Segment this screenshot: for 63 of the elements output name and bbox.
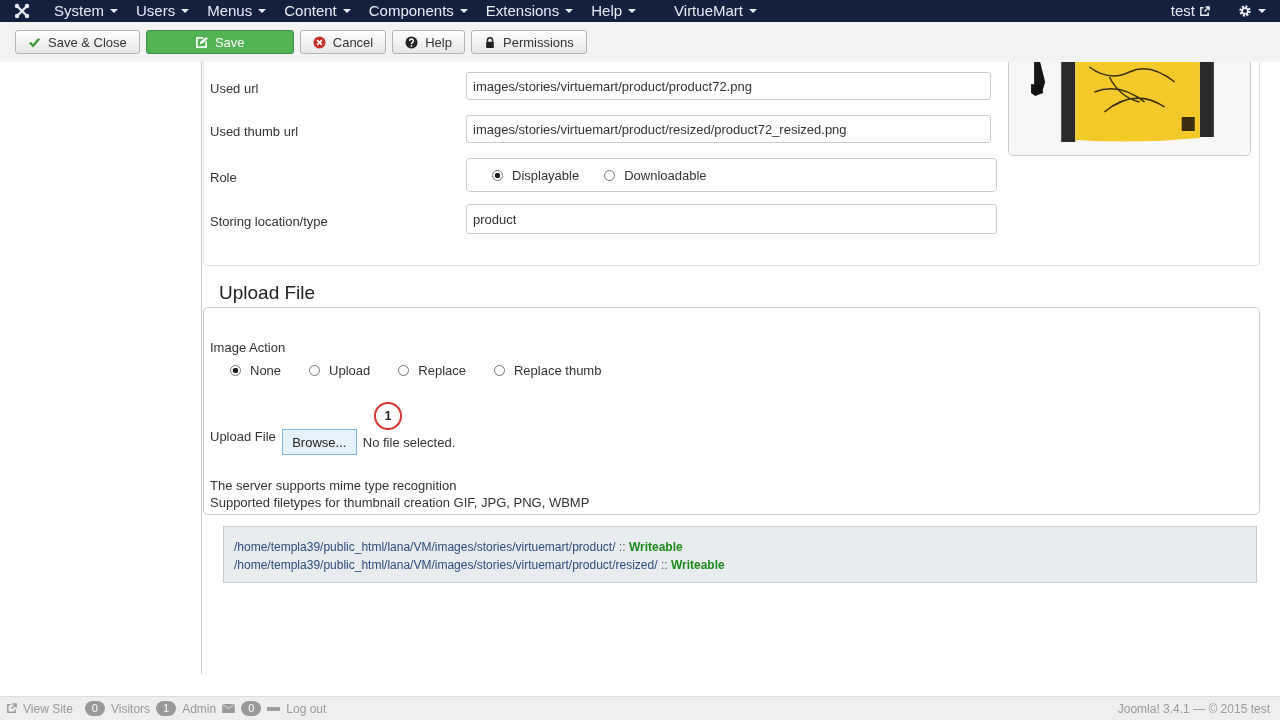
menu-item[interactable]: Users: [136, 0, 190, 22]
radio-button[interactable]: [492, 169, 503, 181]
path-text: /home/templa39/public_html/lana/VM/images/stories/virtuemart/product/: [234, 540, 616, 554]
radio-option[interactable]: Displayable: [492, 167, 580, 183]
radio-option[interactable]: Upload: [309, 363, 371, 378]
toolbar-button[interactable]: Cancel: [299, 30, 387, 54]
radio-option[interactable]: Replace thumb: [494, 363, 602, 378]
toolbar-button[interactable]: Permissions: [471, 30, 587, 54]
path-text: /home/templa39/public_html/lana/VM/images/stories/virtuemart/product/resized/: [234, 558, 658, 572]
info-text: The server supports mime type recognition: [210, 477, 458, 494]
radio-button[interactable]: [398, 365, 410, 376]
status-label: Visitors: [110, 701, 151, 716]
minus-icon: [267, 706, 281, 711]
edit-icon: [194, 35, 208, 49]
cancel-icon: [312, 35, 326, 49]
menu-item[interactable]: VirtueMart: [674, 0, 757, 22]
file-status: No file selected.: [362, 434, 456, 450]
radio-option[interactable]: Replace: [398, 363, 466, 378]
lock-icon: [484, 35, 496, 49]
text-field[interactable]: images/stories/virtuemart/product/product72.png: [466, 72, 991, 100]
menu-item[interactable]: Extensions: [485, 0, 574, 22]
menu-item[interactable]: System: [54, 0, 118, 22]
count-badge: 1: [156, 701, 177, 716]
status-text: Writeable: [670, 558, 725, 572]
menu-item[interactable]: Menus: [207, 0, 267, 22]
radio-button[interactable]: [230, 365, 241, 376]
text-field[interactable]: images/stories/virtuemart/product/resized/product72_resized.png: [466, 115, 991, 143]
external-link-icon: [1199, 5, 1210, 17]
field-label: Role: [210, 168, 238, 185]
menu-item[interactable]: Components: [368, 0, 468, 22]
field-label: Image Action: [210, 340, 287, 355]
count-badge: 0: [84, 701, 105, 716]
field-label: Used url: [210, 79, 260, 96]
info-text: Supported filetypes for thumbnail creation GIF, JPG, PNG, WBMP: [210, 494, 591, 511]
status-label: Admin: [182, 701, 217, 716]
separator-text: ::: [660, 558, 668, 572]
version-text: Joomla! 3.4.1 — © 2015 test: [1117, 701, 1270, 716]
toolbar-button[interactable]: Save & Close: [15, 30, 140, 54]
text-field[interactable]: product: [466, 204, 997, 234]
check-icon: [28, 35, 41, 49]
menu-item[interactable]: Content: [284, 0, 351, 22]
menu-item[interactable]: Help: [591, 0, 637, 22]
toolbar-button[interactable]: Help: [392, 30, 465, 54]
field-label: Upload File: [210, 429, 276, 444]
field-label: Used thumb url: [210, 122, 300, 139]
settings-menu[interactable]: [1238, 4, 1266, 18]
radio-option[interactable]: Downloadable: [604, 167, 707, 183]
external-link-icon: [6, 703, 17, 714]
field-label: Storing location/type: [210, 212, 329, 229]
browse-button[interactable]: Browse...: [281, 429, 357, 455]
radio-button[interactable]: [494, 365, 505, 376]
callout-marker: 1: [374, 402, 402, 430]
count-badge: 0: [241, 701, 262, 716]
radio-button[interactable]: [604, 169, 616, 181]
separator-text: ::: [618, 540, 626, 554]
section-title: Upload File: [219, 282, 317, 304]
user-link[interactable]: test: [1170, 0, 1210, 22]
radio-option[interactable]: None: [230, 363, 282, 378]
status-text: Writeable: [628, 540, 683, 554]
help-icon: [405, 35, 419, 49]
radio-button[interactable]: [309, 365, 321, 376]
joomla-logo-icon[interactable]: [14, 3, 30, 19]
envelope-icon: [222, 704, 236, 713]
